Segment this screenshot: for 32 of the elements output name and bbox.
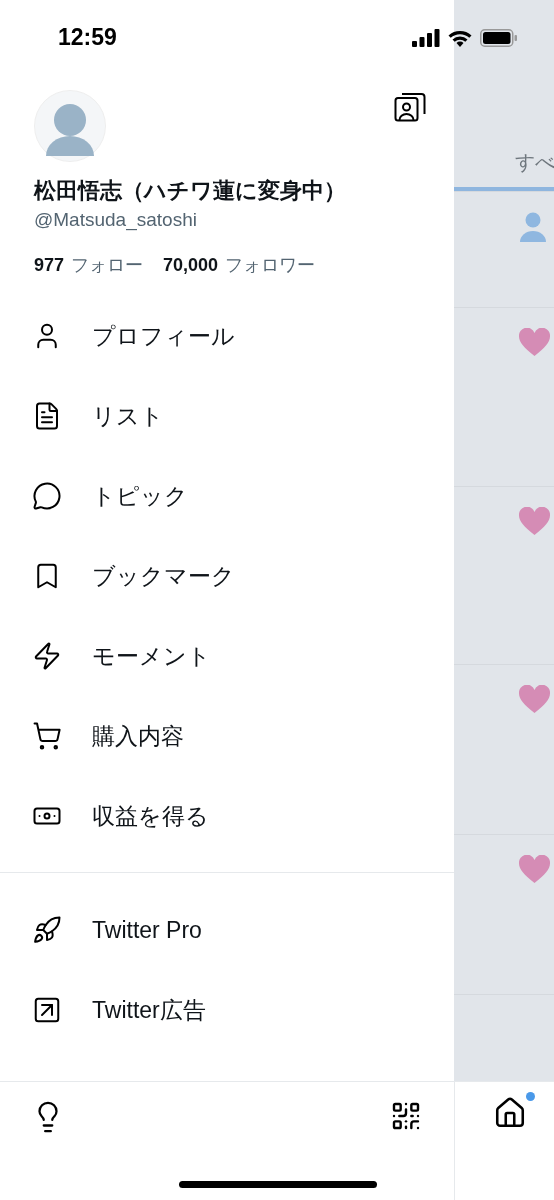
speech-bubble-icon	[32, 481, 62, 511]
heart-icon	[519, 328, 550, 356]
wifi-icon	[448, 28, 472, 47]
menu-item[interactable]: プロフィール	[0, 296, 454, 376]
menu-item[interactable]: 収益を得る	[0, 776, 454, 856]
signal-icon	[412, 28, 440, 47]
following-label[interactable]: フォロー	[71, 253, 144, 277]
menu-item[interactable]: Twitter広告	[0, 970, 454, 1050]
cart-icon	[32, 721, 62, 751]
menu-item[interactable]: リスト	[0, 376, 454, 456]
status-time: 12:59	[58, 23, 117, 53]
person-icon	[519, 212, 547, 242]
heart-icon	[519, 855, 550, 883]
menu-item[interactable]: モーメント	[0, 616, 454, 696]
account-switch-icon[interactable]	[394, 90, 426, 122]
followers-count: 70,000	[163, 254, 219, 277]
lightning-icon	[32, 641, 62, 671]
arrow-square-icon	[32, 995, 62, 1025]
following-count: 977	[34, 254, 65, 277]
menu-item[interactable]: Twitter Pro	[0, 890, 454, 970]
profile-name: 松田悟志（ハチワ蓮に変身中）	[32, 177, 347, 205]
heart-icon	[519, 507, 550, 535]
battery-icon	[480, 28, 518, 47]
profile-handle: @Matsuda_satoshi	[33, 208, 198, 233]
menu-item[interactable]: 購入内容	[0, 696, 454, 776]
qr-code-icon[interactable]	[390, 1100, 422, 1132]
heart-icon	[519, 685, 550, 713]
menu-item[interactable]: ブックマーク	[0, 536, 454, 616]
rocket-icon	[32, 915, 62, 945]
followers-label[interactable]: フォロワー	[225, 253, 316, 277]
menu-item[interactable]: トピック	[0, 456, 454, 536]
timeline-tab[interactable]: すべ	[454, 149, 554, 191]
